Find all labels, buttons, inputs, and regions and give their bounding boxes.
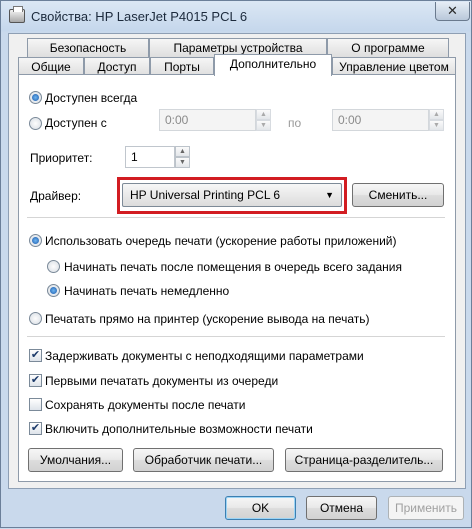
advanced-features-label[interactable]: Включить дополнительные возможности печа… <box>45 422 313 436</box>
keep-printed-checkbox[interactable] <box>29 398 42 411</box>
chevron-down-icon: ▼ <box>325 190 334 200</box>
keep-printed-label[interactable]: Сохранять документы после печати <box>45 398 246 412</box>
spin-down-icon[interactable]: ▼ <box>175 157 190 168</box>
priority-spinner[interactable]: ▲ ▼ <box>175 146 190 168</box>
spin-up-icon[interactable]: ▲ <box>256 109 271 120</box>
start-immediately-radio[interactable] <box>47 284 60 297</box>
spin-up-icon[interactable]: ▲ <box>429 109 444 120</box>
printer-properties-window: Свойства: HP LaserJet P4015 PCL 6 ✕ Безо… <box>0 0 472 528</box>
driver-select[interactable]: HP Universal Printing PCL 6 ▼ <box>122 183 342 207</box>
start-after-last-page-radio[interactable] <box>47 260 60 273</box>
priority-label: Приоритет: <box>30 151 93 165</box>
from-time-input[interactable]: 0:00 <box>159 109 256 131</box>
print-spooled-first-checkbox[interactable]: ✔ <box>29 374 42 387</box>
apply-button[interactable]: Применить <box>388 496 464 520</box>
to-time-spinner[interactable]: ▲ ▼ <box>429 109 444 131</box>
print-spooled-first-label[interactable]: Первыми печатать документы из очереди <box>45 374 278 388</box>
priority-input[interactable]: 1 <box>125 146 175 168</box>
start-after-last-page-label[interactable]: Начинать печать после помещения в очеред… <box>64 260 402 274</box>
to-time-input[interactable]: 0:00 <box>332 109 429 131</box>
start-immediately-label[interactable]: Начинать печать немедленно <box>64 284 229 298</box>
use-spool-radio[interactable] <box>29 234 42 247</box>
driver-select-value: HP Universal Printing PCL 6 <box>130 188 281 202</box>
cancel-button[interactable]: Отмена <box>306 496 377 520</box>
spin-down-icon[interactable]: ▼ <box>429 120 444 131</box>
available-from-label[interactable]: Доступен с <box>45 116 107 130</box>
print-processor-button[interactable]: Обработчик печати... <box>133 448 274 472</box>
defaults-button[interactable]: Умолчания... <box>28 448 123 472</box>
print-direct-label[interactable]: Печатать прямо на принтер (ускорение выв… <box>45 312 369 326</box>
spin-up-icon[interactable]: ▲ <box>175 146 190 157</box>
to-label: по <box>288 116 302 130</box>
hold-mismatched-checkbox[interactable]: ✔ <box>29 349 42 362</box>
print-direct-radio[interactable] <box>29 312 42 325</box>
panel-content: Доступен всегда Доступен с 0:00 ▲ ▼ по 0… <box>1 1 472 529</box>
always-available-label[interactable]: Доступен всегда <box>45 91 137 105</box>
from-time-spinner[interactable]: ▲ ▼ <box>256 109 271 131</box>
ok-button[interactable]: OK <box>225 496 296 520</box>
divider <box>27 217 445 218</box>
separator-page-button[interactable]: Страница-разделитель... <box>285 448 443 472</box>
use-spool-label[interactable]: Использовать очередь печати (ускорение р… <box>45 234 397 248</box>
change-driver-button[interactable]: Сменить... <box>352 183 444 207</box>
advanced-features-checkbox[interactable]: ✔ <box>29 422 42 435</box>
driver-label: Драйвер: <box>30 189 82 203</box>
divider <box>27 336 445 337</box>
available-from-radio[interactable] <box>29 117 42 130</box>
hold-mismatched-label[interactable]: Задерживать документы с неподходящими па… <box>45 349 364 363</box>
spin-down-icon[interactable]: ▼ <box>256 120 271 131</box>
always-available-radio[interactable] <box>29 91 42 104</box>
